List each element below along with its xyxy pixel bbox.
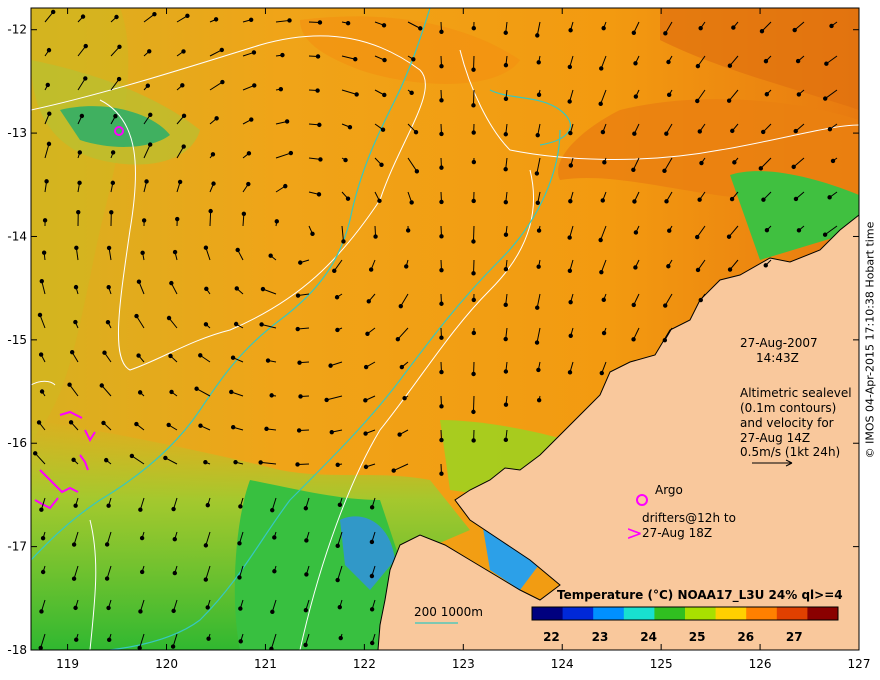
colorbar: [531, 606, 839, 621]
lat-tick-label: -18: [7, 643, 27, 657]
colorbar-swatch: [654, 607, 686, 620]
colorbar-tick-label: 24: [640, 630, 657, 644]
colorbar-tick-label: 26: [737, 630, 754, 644]
colorbar-swatch: [623, 607, 655, 620]
lat-tick-label: -16: [7, 436, 27, 450]
lon-tick-label: 124: [551, 657, 574, 671]
lon-tick-label: 119: [56, 657, 79, 671]
lon-tick-label: 121: [254, 657, 277, 671]
drifter-legend-icon: >: [626, 521, 643, 545]
lat-tick-label: -15: [7, 333, 27, 347]
altimetry-note-line: (0.1m contours): [740, 401, 836, 415]
colorbar-swatch: [807, 607, 839, 620]
lon-tick-label: 126: [749, 657, 772, 671]
colorbar-tick-label: 22: [543, 630, 560, 644]
lat-tick-label: -17: [7, 540, 27, 554]
lat-tick-label: -13: [7, 126, 27, 140]
timestamp-date: 27-Aug-2007: [740, 336, 818, 350]
lat-tick-label: -14: [7, 229, 27, 243]
colorbar-swatch: [685, 607, 717, 620]
credit-text: © IMOS 04-Apr-2015 17:10:38 Hobart time: [863, 221, 877, 459]
colorbar-tick-label: 27: [786, 630, 803, 644]
lat-tick-label: -12: [7, 23, 27, 37]
altimetry-note-line: Altimetric sealevel: [740, 386, 852, 400]
colorbar-swatch: [593, 607, 625, 620]
credit-strip: © IMOS 04-Apr-2015 17:10:38 Hobart time: [860, 0, 880, 680]
lon-tick-label: 125: [650, 657, 673, 671]
drifters-label-line: drifters@12h to: [642, 511, 736, 525]
colorbar-tick-label: 25: [689, 630, 706, 644]
colorbar-swatch: [562, 607, 594, 620]
velocity-scale-label: 0.5m/s (1kt 24h): [740, 445, 840, 459]
colorbar-swatch: [776, 607, 808, 620]
colorbar-swatch: [715, 607, 747, 620]
colorbar-title: Temperature (°C) NOAA17_L3U 24% ql>=4: [557, 588, 843, 603]
lon-tick-label: 122: [353, 657, 376, 671]
lon-tick-label: 123: [452, 657, 475, 671]
sst-map: 27-Aug-2007 14:43Z Altimetric sealevel (…: [7, 7, 870, 671]
drifters-label-line: 27-Aug 18Z: [642, 526, 712, 540]
argo-label: Argo: [655, 483, 683, 497]
isobath-legend-label: 200 1000m: [414, 605, 483, 619]
colorbar-swatch: [532, 607, 564, 620]
colorbar-tick-label: 23: [592, 630, 609, 644]
altimetry-note-line: and velocity for: [740, 416, 834, 430]
colorbar-swatch: [746, 607, 778, 620]
altimetry-note-line: 27-Aug 14Z: [740, 431, 810, 445]
timestamp-time: 14:43Z: [756, 351, 799, 365]
lon-tick-label: 120: [155, 657, 178, 671]
